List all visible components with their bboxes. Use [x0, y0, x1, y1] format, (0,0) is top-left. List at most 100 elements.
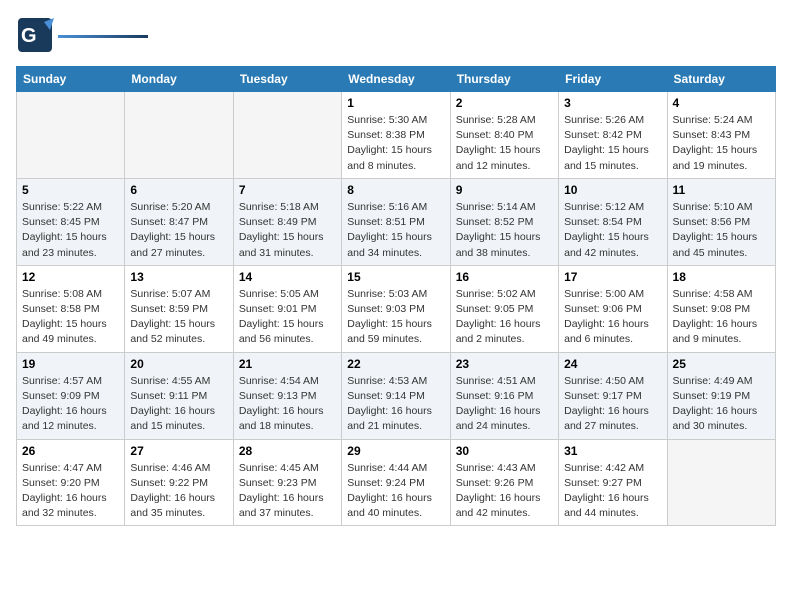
- calendar-cell: 27Sunrise: 4:46 AM Sunset: 9:22 PM Dayli…: [125, 439, 233, 526]
- day-info: Sunrise: 4:46 AM Sunset: 9:22 PM Dayligh…: [130, 461, 227, 522]
- day-info: Sunrise: 5:14 AM Sunset: 8:52 PM Dayligh…: [456, 200, 553, 261]
- calendar-cell: 20 Sunrise: 4:55 AM Sunset: 9:11 PM Dayli…: [125, 352, 233, 439]
- day-info: Sunrise: 4:51 AM Sunset: 9:16 PM Dayligh…: [456, 374, 553, 435]
- day-info: Sunrise: 5:02 AM Sunset: 9:05 PM Dayligh…: [456, 287, 553, 348]
- day-info: Sunrise: 5:10 AM Sunset: 8:56 PM Dayligh…: [673, 200, 770, 261]
- day-info: Sunrise: 5:12 AM Sunset: 8:54 PM Dayligh…: [564, 200, 661, 261]
- calendar-cell: 8 Sunrise: 5:16 AM Sunset: 8:51 PM Daylig…: [342, 178, 450, 265]
- calendar-cell: [125, 92, 233, 179]
- day-info: Sunrise: 4:57 AM Sunset: 9:09 PM Dayligh…: [22, 374, 119, 435]
- calendar-cell: 31Sunrise: 4:42 AM Sunset: 9:27 PM Dayli…: [559, 439, 667, 526]
- day-number: 7: [239, 183, 336, 197]
- calendar-cell: 25 Sunrise: 4:49 AM Sunset: 9:19 PM Dayli…: [667, 352, 775, 439]
- day-number: 2: [456, 96, 553, 110]
- calendar-week-row: 12 Sunrise: 5:08 AM Sunset: 8:58 PM Dayli…: [17, 265, 776, 352]
- day-number: 1: [347, 96, 444, 110]
- logo: G: [16, 16, 148, 54]
- calendar-cell: [667, 439, 775, 526]
- calendar-cell: 28 Sunrise: 4:45 AM Sunset: 9:23 PM Dayli…: [233, 439, 341, 526]
- day-number: 25: [673, 357, 770, 371]
- calendar-cell: 15 Sunrise: 5:03 AM Sunset: 9:03 PM Dayli…: [342, 265, 450, 352]
- weekday-header-monday: Monday: [125, 67, 233, 92]
- calendar-week-row: 1 Sunrise: 5:30 AM Sunset: 8:38 PM Daylig…: [17, 92, 776, 179]
- calendar-cell: [233, 92, 341, 179]
- day-number: 11: [673, 183, 770, 197]
- page-header: G: [16, 16, 776, 54]
- day-number: 21: [239, 357, 336, 371]
- day-number: 17: [564, 270, 661, 284]
- day-info: Sunrise: 4:58 AM Sunset: 9:08 PM Dayligh…: [673, 287, 770, 348]
- day-number: 28: [239, 444, 336, 458]
- day-number: 14: [239, 270, 336, 284]
- logo-icon: G: [16, 16, 54, 54]
- calendar-cell: 10 Sunrise: 5:12 AM Sunset: 8:54 PM Dayli…: [559, 178, 667, 265]
- day-info: Sunrise: 5:08 AM Sunset: 8:58 PM Dayligh…: [22, 287, 119, 348]
- calendar-cell: 3 Sunrise: 5:26 AM Sunset: 8:42 PM Daylig…: [559, 92, 667, 179]
- day-info: Sunrise: 5:18 AM Sunset: 8:49 PM Dayligh…: [239, 200, 336, 261]
- weekday-header-sunday: Sunday: [17, 67, 125, 92]
- day-info: Sunrise: 5:00 AM Sunset: 9:06 PM Dayligh…: [564, 287, 661, 348]
- day-info: Sunrise: 4:53 AM Sunset: 9:14 PM Dayligh…: [347, 374, 444, 435]
- calendar-header-row: SundayMondayTuesdayWednesdayThursdayFrid…: [17, 67, 776, 92]
- day-info: Sunrise: 4:55 AM Sunset: 9:11 PM Dayligh…: [130, 374, 227, 435]
- calendar-week-row: 19 Sunrise: 4:57 AM Sunset: 9:09 PM Dayli…: [17, 352, 776, 439]
- day-info: Sunrise: 5:03 AM Sunset: 9:03 PM Dayligh…: [347, 287, 444, 348]
- weekday-header-thursday: Thursday: [450, 67, 558, 92]
- day-info: Sunrise: 5:24 AM Sunset: 8:43 PM Dayligh…: [673, 113, 770, 174]
- calendar-cell: 5 Sunrise: 5:22 AM Sunset: 8:45 PM Daylig…: [17, 178, 125, 265]
- day-number: 22: [347, 357, 444, 371]
- calendar-cell: 24Sunrise: 4:50 AM Sunset: 9:17 PM Dayli…: [559, 352, 667, 439]
- day-number: 8: [347, 183, 444, 197]
- day-number: 29: [347, 444, 444, 458]
- calendar-cell: 17 Sunrise: 5:00 AM Sunset: 9:06 PM Dayli…: [559, 265, 667, 352]
- day-info: Sunrise: 4:45 AM Sunset: 9:23 PM Dayligh…: [239, 461, 336, 522]
- day-info: Sunrise: 4:50 AM Sunset: 9:17 PM Dayligh…: [564, 374, 661, 435]
- day-info: Sunrise: 4:54 AM Sunset: 9:13 PM Dayligh…: [239, 374, 336, 435]
- day-number: 19: [22, 357, 119, 371]
- day-info: Sunrise: 5:22 AM Sunset: 8:45 PM Dayligh…: [22, 200, 119, 261]
- day-number: 10: [564, 183, 661, 197]
- calendar-cell: [17, 92, 125, 179]
- day-number: 12: [22, 270, 119, 284]
- day-number: 4: [673, 96, 770, 110]
- day-number: 20: [130, 357, 227, 371]
- day-info: Sunrise: 5:05 AM Sunset: 9:01 PM Dayligh…: [239, 287, 336, 348]
- calendar-week-row: 26Sunrise: 4:47 AM Sunset: 9:20 PM Dayli…: [17, 439, 776, 526]
- calendar-cell: 4 Sunrise: 5:24 AM Sunset: 8:43 PM Daylig…: [667, 92, 775, 179]
- calendar-week-row: 5 Sunrise: 5:22 AM Sunset: 8:45 PM Daylig…: [17, 178, 776, 265]
- calendar-cell: 1 Sunrise: 5:30 AM Sunset: 8:38 PM Daylig…: [342, 92, 450, 179]
- calendar-table: SundayMondayTuesdayWednesdayThursdayFrid…: [16, 66, 776, 526]
- calendar-cell: 16 Sunrise: 5:02 AM Sunset: 9:05 PM Dayli…: [450, 265, 558, 352]
- calendar-cell: 14 Sunrise: 5:05 AM Sunset: 9:01 PM Dayli…: [233, 265, 341, 352]
- day-number: 13: [130, 270, 227, 284]
- day-info: Sunrise: 5:30 AM Sunset: 8:38 PM Dayligh…: [347, 113, 444, 174]
- day-number: 16: [456, 270, 553, 284]
- day-number: 30: [456, 444, 553, 458]
- day-info: Sunrise: 4:49 AM Sunset: 9:19 PM Dayligh…: [673, 374, 770, 435]
- day-info: Sunrise: 5:26 AM Sunset: 8:42 PM Dayligh…: [564, 113, 661, 174]
- calendar-cell: 29 Sunrise: 4:44 AM Sunset: 9:24 PM Dayli…: [342, 439, 450, 526]
- calendar-cell: 12 Sunrise: 5:08 AM Sunset: 8:58 PM Dayli…: [17, 265, 125, 352]
- day-number: 23: [456, 357, 553, 371]
- day-info: Sunrise: 5:07 AM Sunset: 8:59 PM Dayligh…: [130, 287, 227, 348]
- calendar-cell: 23 Sunrise: 4:51 AM Sunset: 9:16 PM Dayli…: [450, 352, 558, 439]
- day-info: Sunrise: 5:16 AM Sunset: 8:51 PM Dayligh…: [347, 200, 444, 261]
- day-number: 3: [564, 96, 661, 110]
- day-number: 18: [673, 270, 770, 284]
- day-number: 9: [456, 183, 553, 197]
- calendar-cell: 30Sunrise: 4:43 AM Sunset: 9:26 PM Dayli…: [450, 439, 558, 526]
- weekday-header-friday: Friday: [559, 67, 667, 92]
- calendar-cell: 18 Sunrise: 4:58 AM Sunset: 9:08 PM Dayli…: [667, 265, 775, 352]
- calendar-cell: 21 Sunrise: 4:54 AM Sunset: 9:13 PM Dayli…: [233, 352, 341, 439]
- calendar-cell: 13 Sunrise: 5:07 AM Sunset: 8:59 PM Dayli…: [125, 265, 233, 352]
- day-info: Sunrise: 4:44 AM Sunset: 9:24 PM Dayligh…: [347, 461, 444, 522]
- weekday-header-wednesday: Wednesday: [342, 67, 450, 92]
- day-number: 26: [22, 444, 119, 458]
- calendar-cell: 2Sunrise: 5:28 AM Sunset: 8:40 PM Daylig…: [450, 92, 558, 179]
- calendar-cell: 19 Sunrise: 4:57 AM Sunset: 9:09 PM Dayli…: [17, 352, 125, 439]
- day-number: 5: [22, 183, 119, 197]
- day-info: Sunrise: 4:42 AM Sunset: 9:27 PM Dayligh…: [564, 461, 661, 522]
- calendar-cell: 6Sunrise: 5:20 AM Sunset: 8:47 PM Daylig…: [125, 178, 233, 265]
- day-number: 15: [347, 270, 444, 284]
- day-info: Sunrise: 5:20 AM Sunset: 8:47 PM Dayligh…: [130, 200, 227, 261]
